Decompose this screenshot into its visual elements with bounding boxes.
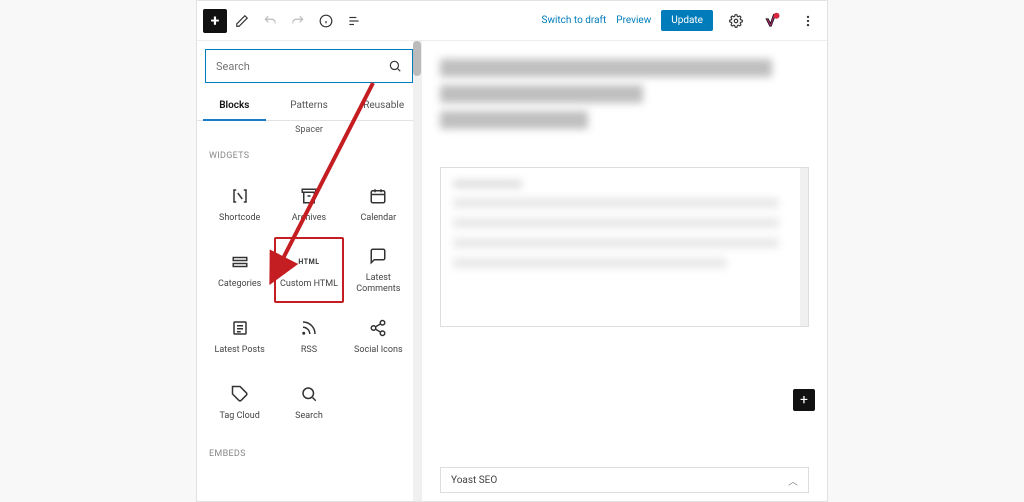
block-label: Calendar <box>360 213 396 224</box>
block-search[interactable]: Search <box>274 369 343 435</box>
block-label: Archives <box>292 213 326 224</box>
shortcode-icon <box>229 185 251 207</box>
embeds-section-title: EMBEDS <box>197 443 421 469</box>
block-social-icons[interactable]: Social Icons <box>344 303 413 369</box>
block-label: RSS <box>301 345 317 356</box>
editor-topbar: + Switch to draft Preview Update <box>197 1 827 41</box>
editor-canvas[interactable]: + Yoast SEO ︿ <box>422 41 827 501</box>
search-icon <box>388 59 402 73</box>
info-button[interactable] <box>313 8 339 34</box>
block-label: Custom HTML <box>280 279 338 290</box>
more-options-button[interactable] <box>795 8 821 34</box>
block-label: Categories <box>218 279 261 290</box>
block-tag-cloud[interactable]: Tag Cloud <box>205 369 274 435</box>
insert-block-float-button[interactable]: + <box>793 389 815 411</box>
block-inserter-panel: BlocksPatternsReusable Spacer WIDGETS Sh… <box>197 41 422 501</box>
document-outline-button[interactable] <box>341 8 367 34</box>
redo-button[interactable] <box>285 8 311 34</box>
html-icon: HTML <box>298 251 320 273</box>
block-categories[interactable]: Categories <box>205 237 274 303</box>
undo-button[interactable] <box>257 8 283 34</box>
yoast-button[interactable] <box>759 8 785 34</box>
block-label: Latest Comments <box>345 273 412 295</box>
block-label: Search <box>295 411 323 422</box>
metabox-title: Yoast SEO <box>451 475 497 486</box>
update-button[interactable]: Update <box>661 10 713 31</box>
comment-icon <box>367 245 389 267</box>
block-rss[interactable]: RSS <box>274 303 343 369</box>
tab-patterns[interactable]: Patterns <box>272 91 347 120</box>
last-block-label: Spacer <box>197 121 421 145</box>
block-latest-comments[interactable]: Latest Comments <box>344 237 413 303</box>
block-label: Tag Cloud <box>220 411 260 422</box>
block-label: Social Icons <box>354 345 403 356</box>
switch-to-draft-link[interactable]: Switch to draft <box>542 15 607 26</box>
block-label: Shortcode <box>219 213 260 224</box>
block-calendar[interactable]: Calendar <box>344 171 413 237</box>
preview-link[interactable]: Preview <box>616 15 651 26</box>
block-shortcode[interactable]: Shortcode <box>205 171 274 237</box>
posts-icon <box>229 317 251 339</box>
tag-icon <box>229 383 251 405</box>
block-archives[interactable]: Archives <box>274 171 343 237</box>
search-input[interactable] <box>216 60 388 73</box>
inserter-scrollbar-thumb[interactable] <box>413 41 421 76</box>
chevron-up-icon: ︿ <box>788 473 798 488</box>
tab-reusable[interactable]: Reusable <box>346 91 421 120</box>
tab-blocks[interactable]: Blocks <box>197 91 272 120</box>
edit-mode-button[interactable] <box>229 8 255 34</box>
content-block-blurred <box>440 167 809 327</box>
calendar-icon <box>367 185 389 207</box>
widgets-section-title: WIDGETS <box>197 145 421 171</box>
block-latest-posts[interactable]: Latest Posts <box>205 303 274 369</box>
settings-button[interactable] <box>723 8 749 34</box>
block-label: Latest Posts <box>215 345 265 356</box>
share-icon <box>367 317 389 339</box>
yoast-metabox[interactable]: Yoast SEO ︿ <box>440 467 809 493</box>
categories-icon <box>229 251 251 273</box>
block-custom-html[interactable]: HTML Custom HTML <box>274 237 343 303</box>
post-title-blurred <box>440 59 809 149</box>
add-block-button[interactable]: + <box>203 9 227 33</box>
archives-icon <box>298 185 320 207</box>
search-icon <box>298 383 320 405</box>
rss-icon <box>298 317 320 339</box>
search-input-wrapper <box>205 49 413 83</box>
